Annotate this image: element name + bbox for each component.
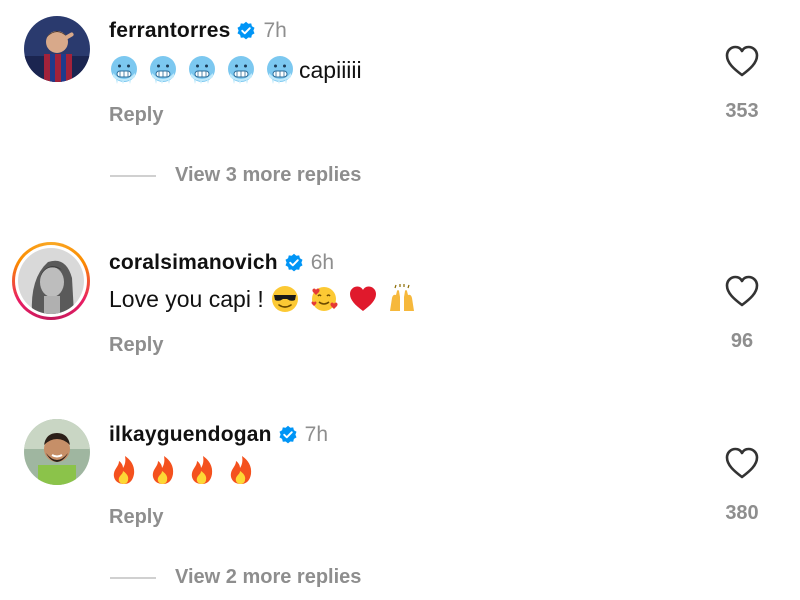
view-more-replies-button[interactable]: View 2 more replies	[110, 566, 361, 589]
verified-badge-icon	[279, 425, 297, 444]
comment-text: capiiiii	[109, 55, 362, 85]
red-heart-emoji	[348, 284, 378, 314]
divider-line	[110, 576, 156, 579]
avatar-image	[24, 419, 90, 485]
cold-face-emoji	[109, 55, 139, 85]
fire-emoji	[148, 455, 178, 485]
verified-badge-icon	[285, 253, 303, 272]
comment-text	[109, 455, 265, 485]
fire-emoji	[109, 455, 139, 485]
sunglasses-emoji	[270, 284, 300, 314]
raising-hands-emoji	[387, 284, 417, 314]
comment-ilkayguendogan: ilkayguendogan 7h Reply 380	[0, 404, 800, 534]
comment-text-content: capiiiii	[299, 56, 362, 83]
comment-text: Love you capi !	[109, 284, 426, 314]
like-count: 353	[725, 100, 759, 122]
like-block: 353	[710, 44, 774, 123]
comment-header: coralsimanovich 6h	[109, 249, 334, 277]
comment-ferrantorres: ferrantorres 7h capiiiii Reply 353	[0, 0, 800, 130]
like-block: 96	[710, 274, 774, 353]
verified-badge-icon	[237, 21, 255, 40]
comment-header: ferrantorres 7h	[109, 17, 287, 45]
avatar[interactable]	[24, 419, 90, 485]
cold-face-emoji	[226, 55, 256, 85]
heart-icon[interactable]	[724, 274, 760, 308]
like-block: 380	[710, 446, 774, 525]
time-ago: 7h	[304, 423, 329, 446]
heart-icon[interactable]	[724, 446, 760, 480]
time-ago: 7h	[263, 19, 287, 42]
comments-thread: ferrantorres 7h capiiiii Reply 353 View …	[0, 0, 800, 600]
reply-button[interactable]: Reply	[109, 334, 163, 357]
story-ring[interactable]	[12, 242, 90, 320]
avatar-image	[24, 16, 90, 82]
avatar[interactable]	[24, 16, 90, 82]
fire-emoji	[226, 455, 256, 485]
username[interactable]: ilkayguendogan	[109, 423, 272, 447]
cold-face-emoji	[265, 55, 295, 85]
like-count: 96	[730, 330, 754, 352]
view-more-replies-button[interactable]: View 3 more replies	[110, 164, 361, 187]
username[interactable]: coralsimanovich	[109, 251, 278, 275]
heart-icon[interactable]	[724, 44, 760, 78]
view-more-replies-label: View 3 more replies	[175, 164, 362, 186]
avatar-image	[18, 248, 84, 314]
avatar	[18, 248, 84, 314]
fire-emoji	[187, 455, 217, 485]
cold-face-emoji	[148, 55, 178, 85]
like-count: 380	[725, 502, 759, 524]
view-more-replies-label: View 2 more replies	[175, 566, 362, 588]
divider-line	[110, 174, 156, 177]
time-ago: 6h	[310, 251, 335, 274]
reply-button[interactable]: Reply	[109, 104, 163, 127]
smiling-face-with-hearts-emoji	[309, 284, 339, 314]
comment-coralsimanovich: coralsimanovich 6h Love you capi ! Reply	[0, 232, 800, 362]
username[interactable]: ferrantorres	[109, 19, 230, 43]
reply-button[interactable]: Reply	[109, 506, 163, 529]
comment-header: ilkayguendogan 7h	[109, 421, 328, 449]
comment-text-content: Love you capi !	[109, 285, 264, 312]
cold-face-emoji	[187, 55, 217, 85]
